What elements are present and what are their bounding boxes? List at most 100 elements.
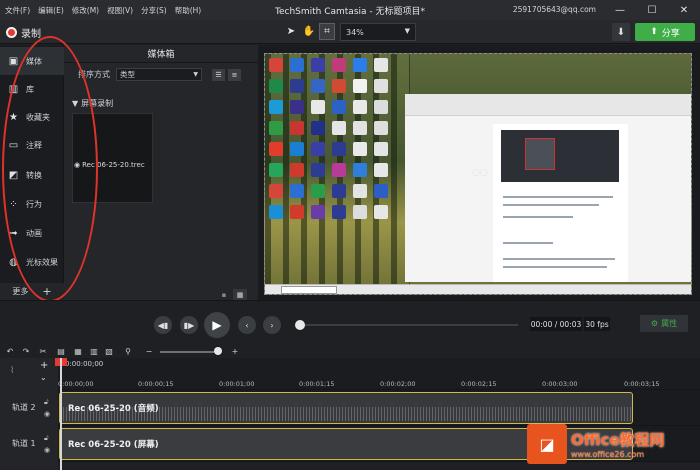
eye-icon[interactable]: ◉ [44,410,50,418]
step-back-icon[interactable]: ◀▮ [154,316,172,334]
magnet-icon[interactable]: ⌇ [10,366,14,376]
close-button[interactable]: ✕ [668,0,700,20]
lock-icon[interactable]: 🔓︎ [44,398,49,407]
menu-help[interactable]: 帮助(H) [175,5,202,16]
menu-share[interactable]: 分享(S) [141,5,167,16]
window-controls: — ☐ ✕ [604,0,700,20]
desktop-app-icon [269,184,283,198]
recording-icon: ◉ [74,161,81,169]
section-header[interactable]: ▼ 屏幕录制 [72,98,113,109]
document-text-line [503,242,553,244]
menu-view[interactable]: 视图(V) [107,5,133,16]
desktop-icons [269,58,390,223]
desktop-app-icon [353,205,367,219]
menu-modify[interactable]: 修改(M) [72,5,99,16]
desktop-app-icon [353,79,367,93]
watermark-title: Office教程网 [571,431,665,449]
office-logo-icon: ◪ [527,424,567,464]
sidebar-item-transitions[interactable]: ◩ 转换 [0,161,64,189]
zoom-out-icon[interactable]: − [143,345,155,357]
desktop-app-icon [332,184,346,198]
sort-select[interactable]: 类型 ▼ [116,68,202,81]
sidebar-item-annotations[interactable]: ▭ 注释 [0,131,64,159]
step-forward-icon[interactable]: ▮▶ [180,316,198,334]
paste-icon[interactable]: ▦ [72,345,84,357]
playhead-time: 0:00:00;00 [65,360,104,368]
link-icon[interactable]: ○○ [472,168,488,178]
scrub-handle[interactable] [295,320,305,330]
menu-file[interactable]: 文件(F) [5,5,30,16]
properties-button[interactable]: ⚙ 属性 [640,315,688,332]
media-thumbnail[interactable] [72,113,153,203]
record-button[interactable]: 录制 [6,25,41,40]
copy-icon[interactable]: ▤ [55,345,67,357]
record-icon [6,27,17,38]
pan-hand-icon[interactable]: ✋ [301,23,317,40]
previous-icon[interactable]: ‹ [238,316,256,334]
share-button[interactable]: ⬆ 分享 [635,23,695,41]
sidebar-item-animations[interactable]: ➟ 动画 [0,219,64,247]
sidebar-item-label: 行为 [26,199,42,209]
fps-display[interactable]: 30 fps [584,317,610,331]
sidebar-item-behaviors[interactable]: ⁘ 行为 [0,190,64,218]
zoom-select[interactable]: 34% ▼ [340,23,416,41]
maximize-button[interactable]: ☐ [636,0,668,20]
redo-icon[interactable]: ↷ [20,345,32,357]
list-view-icon[interactable]: ☰ [212,69,225,81]
sort-order-icon[interactable]: ≡ [228,69,241,81]
sidebar-item-favorites[interactable]: ★ 收藏夹 [0,103,64,131]
timeline-zoom-slider[interactable] [160,351,218,353]
search-icon[interactable]: ⚲ [122,345,134,357]
section-label: 屏幕录制 [81,99,114,108]
timeline-ruler[interactable]: 0:00:00;00 0:00:00;00 0:00:00;15 0:00:01… [58,358,700,390]
tick-label: 0:00:00;15 [138,380,174,388]
desktop-app-icon [290,205,304,219]
document-text-line [503,266,607,268]
timeline-zoom-handle[interactable] [214,347,222,355]
split-icon[interactable]: ▥ [88,345,100,357]
pointer-tool-icon[interactable]: ➤ [283,23,299,40]
desktop-app-icon [290,184,304,198]
play-button[interactable]: ▶ [204,312,230,338]
desktop-app-icon [374,142,388,156]
tick-label: 0:00:00;00 [58,380,94,388]
document-text-line [503,204,599,206]
behavior-icon: ⁘ [9,198,18,210]
chevron-down-icon[interactable]: ⌄ [40,373,47,382]
track-2-label: 轨道 2 [12,403,36,412]
crop-tool-icon[interactable]: ⌗ [319,23,335,40]
track-headers: + ⌄ ⌇ 轨道 2 🔓︎ ◉ 轨道 1 🔓︎ ◉ [0,358,58,470]
scrub-track[interactable] [300,324,518,326]
undo-icon[interactable]: ↶ [4,345,16,357]
desktop-app-icon [269,79,283,93]
minimize-button[interactable]: — [604,0,636,20]
playhead-line[interactable] [60,358,62,470]
cut-icon[interactable]: ✂ [37,345,49,357]
chevron-down-icon: ▼ [404,27,410,35]
download-icon[interactable]: ⬇ [612,23,630,41]
menu-edit[interactable]: 编辑(E) [38,5,64,16]
desktop-app-icon [290,142,304,156]
lock-icon[interactable]: 🔓︎ [44,434,49,443]
split-clip-icon[interactable]: ▧ [103,345,115,357]
sidebar-item-library[interactable]: ▥ 库 [0,75,64,103]
sidebar-item-media[interactable]: ▣ 媒体 [0,47,64,75]
desktop-app-icon [332,121,346,135]
sidebar-item-cursor-effects[interactable]: ◍ 光标效果 [0,248,64,276]
add-icon[interactable]: + [42,285,51,298]
desktop-app-icon [269,121,283,135]
desktop-app-icon [374,163,388,177]
account-email[interactable]: 2591705643@qq.com [513,5,596,14]
eye-icon[interactable]: ◉ [44,446,50,454]
desktop-app-icon [269,142,283,156]
star-icon: ★ [9,111,18,123]
more-button[interactable]: 更多 [12,286,28,297]
zoom-in-icon[interactable]: + [229,345,241,357]
timeline-toolbar: ↶ ↷ ✂ ▤ ▦ ▥ ▧ ⚲ − + [0,344,700,358]
desktop-app-icon [311,142,325,156]
track-1-label: 轨道 1 [12,439,36,448]
next-icon[interactable]: › [263,316,281,334]
desktop-app-icon [353,58,367,72]
add-track-icon[interactable]: + [40,360,48,371]
desktop-app-icon [332,100,346,114]
